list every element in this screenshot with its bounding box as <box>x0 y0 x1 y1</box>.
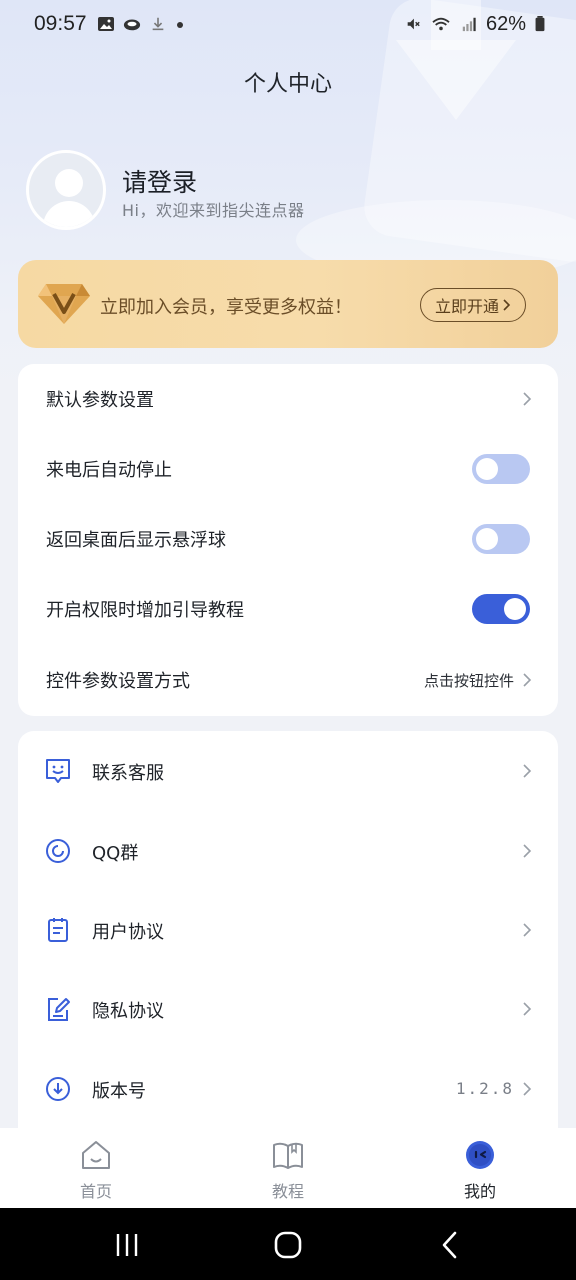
tab-label: 首页 <box>79 1182 112 1201</box>
default-params-row[interactable]: 默认参数设置 <box>18 364 558 434</box>
welcome-text: Hi，欢迎来到指尖连点器 <box>122 201 305 220</box>
menu-label: 联系客服 <box>92 763 164 784</box>
mine-icon <box>466 1141 494 1169</box>
permission-guide-row: 开启权限时增加引导教程 <box>18 574 558 644</box>
user-agreement-icon <box>48 918 68 942</box>
menu-card: 联系客服 QQ群 用户协议 隐私协议 版本号 1.2.8 <box>18 731 558 1131</box>
setting-label: 控件参数设置方式 <box>46 671 190 692</box>
menu-item-qq-group[interactable]: QQ群 <box>18 821 558 881</box>
vip-open-button[interactable]: 立即开通 <box>420 288 526 322</box>
menu-item-customer-service[interactable]: 联系客服 <box>18 741 558 801</box>
system-navigation-bar <box>0 1208 576 1280</box>
page-title: 个人中心 <box>243 72 332 97</box>
setting-label: 来电后自动停止 <box>46 460 172 481</box>
chevron-right-icon <box>523 392 532 406</box>
vip-open-label: 立即开通 <box>434 297 499 316</box>
auto-stop-on-call-row: 来电后自动停止 <box>18 434 558 504</box>
back-icon[interactable] <box>436 1230 466 1260</box>
qq-group-icon <box>46 839 70 863</box>
tab-tutorial[interactable]: 教程 <box>238 1138 338 1204</box>
download-icon <box>152 17 163 31</box>
status-time: 09:57 <box>34 12 87 35</box>
version-number: 1.2.8 <box>455 1079 514 1098</box>
setting-label: 默认参数设置 <box>46 390 154 411</box>
menu-item-user-agreement[interactable]: 用户协议 <box>18 900 558 960</box>
gallery-icon <box>97 17 114 31</box>
floating-ball-toggle[interactable] <box>472 524 530 554</box>
settings-card: 默认参数设置 来电后自动停止 返回桌面后显示悬浮球 开启权限时增加引导教程 控件… <box>18 364 558 716</box>
chevron-right-icon <box>523 1082 532 1096</box>
setting-label: 返回桌面后显示悬浮球 <box>46 530 226 551</box>
wifi-icon <box>432 17 450 31</box>
chevron-right-icon <box>523 844 532 858</box>
menu-label: 版本号 <box>92 1081 146 1102</box>
chevron-right-icon <box>523 764 532 778</box>
tab-mine[interactable]: 我的 <box>430 1138 530 1204</box>
bottom-tab-bar: 首页 教程 我的 <box>0 1128 576 1208</box>
recent-apps-icon[interactable] <box>112 1230 142 1260</box>
setting-value: 点击按钮控件 <box>423 671 514 690</box>
battery-percent: 62% <box>485 12 526 35</box>
menu-label: QQ群 <box>92 843 139 864</box>
privacy-agreement-icon <box>48 998 70 1021</box>
cloud-icon <box>123 19 140 31</box>
home-button-icon[interactable] <box>273 1230 303 1260</box>
control-params-mode-row[interactable]: 控件参数设置方式 点击按钮控件 <box>18 645 558 715</box>
tab-label: 我的 <box>463 1182 496 1201</box>
home-icon <box>82 1141 110 1169</box>
book-icon <box>273 1142 303 1169</box>
chevron-right-icon <box>523 673 532 687</box>
signal-icon <box>462 17 476 32</box>
avatar[interactable] <box>26 150 106 230</box>
chevron-right-icon <box>503 299 511 311</box>
vip-promo-text: 立即加入会员，享受更多权益！ <box>100 297 352 318</box>
permission-guide-toggle[interactable] <box>472 594 530 624</box>
chevron-right-icon <box>523 923 532 937</box>
customer-service-icon <box>46 759 70 783</box>
login-prompt[interactable]: 请登录 <box>122 163 197 199</box>
notification-dot-icon <box>176 22 183 28</box>
auto-stop-on-call-toggle[interactable] <box>472 454 530 484</box>
menu-item-version[interactable]: 版本号 1.2.8 <box>18 1059 558 1119</box>
setting-label: 开启权限时增加引导教程 <box>46 600 244 621</box>
battery-icon <box>535 16 545 32</box>
vip-diamond-icon <box>38 284 90 324</box>
menu-label: 隐私协议 <box>92 1001 164 1022</box>
menu-label: 用户协议 <box>92 922 164 943</box>
vip-banner[interactable]: 立即加入会员，享受更多权益！ 立即开通 <box>18 260 558 348</box>
floating-ball-row: 返回桌面后显示悬浮球 <box>18 504 558 574</box>
chevron-right-icon <box>523 1002 532 1016</box>
status-bar: 09:57 62% <box>0 0 576 48</box>
mute-icon <box>407 18 420 30</box>
tab-home[interactable]: 首页 <box>46 1138 146 1204</box>
tab-label: 教程 <box>271 1182 304 1201</box>
menu-item-privacy-agreement[interactable]: 隐私协议 <box>18 979 558 1039</box>
version-icon <box>46 1077 70 1101</box>
